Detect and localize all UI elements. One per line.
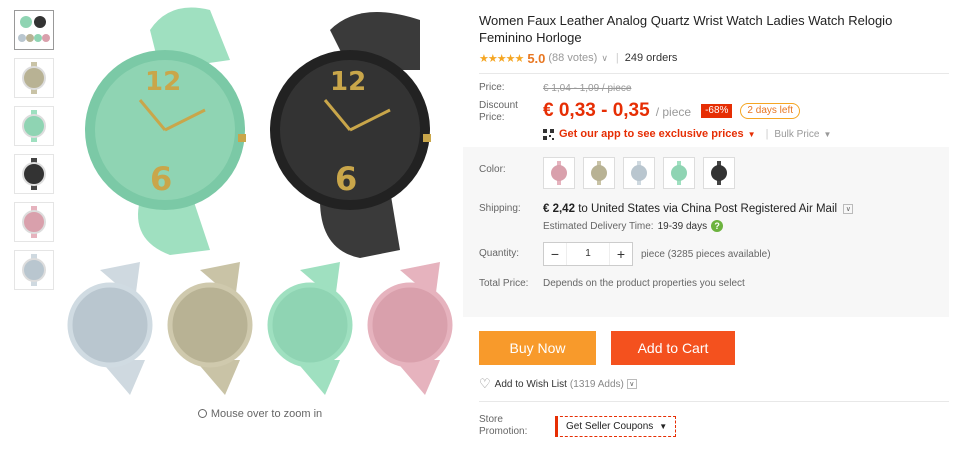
color-swatch-black[interactable] (703, 157, 735, 189)
separator: | (615, 52, 619, 64)
total-price-row: Total Price: Depends on the product prop… (479, 278, 949, 290)
watch-khaki-small-illustration (167, 262, 253, 395)
buy-now-button[interactable]: Buy Now (479, 331, 596, 365)
store-promotion-label: Store Promotion: (479, 414, 528, 437)
color-label: Color: (479, 164, 506, 175)
app-promo-link[interactable]: Get our app to see exclusive prices (559, 128, 744, 140)
discount-price: € 0,33 - 0,35 (543, 100, 650, 121)
seller-coupons-button[interactable]: Get Seller Coupons ▼ (555, 415, 677, 437)
caret-down-icon[interactable]: ▼ (748, 130, 756, 139)
quantity-row: Quantity: − 1 + piece (3285 pieces avail… (479, 242, 949, 266)
add-to-cart-button[interactable]: Add to Cart (611, 331, 735, 365)
thumbnail-khaki[interactable] (14, 58, 54, 98)
days-left-badge: 2 days left (740, 103, 801, 119)
chevron-down-icon[interactable]: ∨ (601, 53, 608, 64)
color-swatch-pink[interactable] (543, 157, 575, 189)
divider (479, 73, 949, 74)
caret-down-icon[interactable]: ▼ (823, 130, 831, 139)
wishlist-adds-count: (1319 Adds) (569, 378, 624, 390)
decrease-quantity-button[interactable]: − (544, 243, 566, 265)
svg-text:12: 12 (330, 67, 366, 97)
store-promotion-row: Store Promotion: Get Seller Coupons ▼ (479, 414, 965, 438)
estimated-delivery: Estimated Delivery Time: 19-39 days ? (543, 220, 853, 232)
estimated-delivery-days: 19-39 days (657, 220, 708, 232)
price-row: Price: € 1,04 - 1,09 / piece (479, 82, 965, 94)
shipping-destination: to United States via China Post Register… (578, 203, 838, 215)
price-label: Price: (479, 82, 505, 93)
color-swatch-mint[interactable] (663, 157, 695, 189)
magnifier-icon (197, 409, 207, 418)
app-promo-row: Get our app to see exclusive prices ▼ | … (543, 128, 965, 140)
thumbnail-black[interactable] (14, 154, 54, 194)
thumbnail-list (14, 10, 56, 298)
seller-coupons-label: Get Seller Coupons (566, 420, 654, 432)
orders-count: 249 orders (624, 52, 678, 64)
separator: | (765, 128, 769, 140)
shipping-info: € 2,42 to United States via China Post R… (543, 203, 854, 215)
shipping-dropdown-icon[interactable]: ∨ (843, 203, 854, 214)
shipping-row: Shipping: € 2,42 to United States via Ch… (479, 203, 949, 232)
quantity-input[interactable]: 1 (566, 243, 610, 265)
watch-blue-small-illustration (67, 262, 153, 395)
help-icon[interactable]: ? (711, 220, 724, 232)
votes-count[interactable]: (88 votes) (548, 52, 597, 64)
rating-row: ★★★★★ 5.0 (88 votes) ∨ | 249 orders (479, 50, 965, 66)
color-swatch-khaki[interactable] (583, 157, 615, 189)
color-swatches (543, 157, 743, 189)
discount-price-label: Discount Price: (479, 100, 518, 123)
original-price: € 1,04 - 1,09 / piece (543, 82, 632, 94)
product-info: Women Faux Leather Analog Quartz Wrist W… (463, 0, 965, 438)
svg-text:6: 6 (335, 160, 357, 198)
thumbnail-pink[interactable] (14, 202, 54, 242)
svg-text:6: 6 (150, 160, 172, 198)
bulk-price-link[interactable]: Bulk Price (774, 129, 819, 140)
wishlist-row: ♡ Add to Wish List (1319 Adds) ∨ (479, 376, 965, 392)
thumbnail-mint[interactable] (14, 106, 54, 146)
shipping-label: Shipping: (479, 203, 521, 214)
increase-quantity-button[interactable]: + (610, 243, 632, 265)
heart-icon[interactable]: ♡ (479, 376, 491, 392)
options-panel: Color: Shipping: € 2,42 to United States… (463, 147, 949, 317)
action-buttons: Buy Now Add to Cart (479, 331, 965, 365)
qr-code-icon (543, 128, 554, 140)
discount-badge: -68% (701, 104, 733, 118)
total-price-label: Total Price: (479, 278, 529, 289)
color-row: Color: (479, 157, 949, 189)
watch-mint-small-illustration (267, 262, 353, 395)
quantity-stepper: − 1 + (543, 242, 633, 266)
shipping-cost: € 2,42 (543, 203, 575, 215)
zoom-hint-text: Mouse over to zoom in (210, 408, 323, 420)
quantity-label: Quantity: (479, 248, 520, 259)
color-swatch-light-blue[interactable] (623, 157, 655, 189)
watch-pink-small-illustration (367, 262, 453, 395)
zoom-hint: Mouse over to zoom in (60, 408, 460, 420)
wishlist-dropdown-icon[interactable]: ∨ (626, 379, 637, 389)
availability-text: piece (3285 pieces available) (641, 248, 771, 260)
thumbnail-light-blue[interactable] (14, 250, 54, 290)
caret-down-icon: ▼ (659, 421, 668, 431)
discount-price-row: Discount Price: € 0,33 - 0,35 / piece -6… (479, 100, 965, 124)
per-piece-unit: / piece (655, 105, 692, 119)
add-to-wishlist-link[interactable]: Add to Wish List (495, 379, 567, 390)
svg-text:12: 12 (145, 67, 181, 97)
thumbnail-all-colors[interactable] (14, 10, 54, 50)
estimated-delivery-label: Estimated Delivery Time: (543, 220, 654, 232)
rating-value: 5.0 (527, 50, 546, 66)
star-rating-icon: ★★★★★ (479, 52, 524, 65)
divider (479, 401, 949, 402)
watch-mint-large-illustration: 12 6 (85, 7, 246, 255)
product-title: Women Faux Leather Analog Quartz Wrist W… (479, 13, 893, 45)
total-price-value: Depends on the product properties you se… (543, 278, 745, 289)
watch-black-large-illustration: 12 6 (270, 12, 431, 258)
main-product-image[interactable]: 12 6 12 6 (60, 0, 460, 405)
